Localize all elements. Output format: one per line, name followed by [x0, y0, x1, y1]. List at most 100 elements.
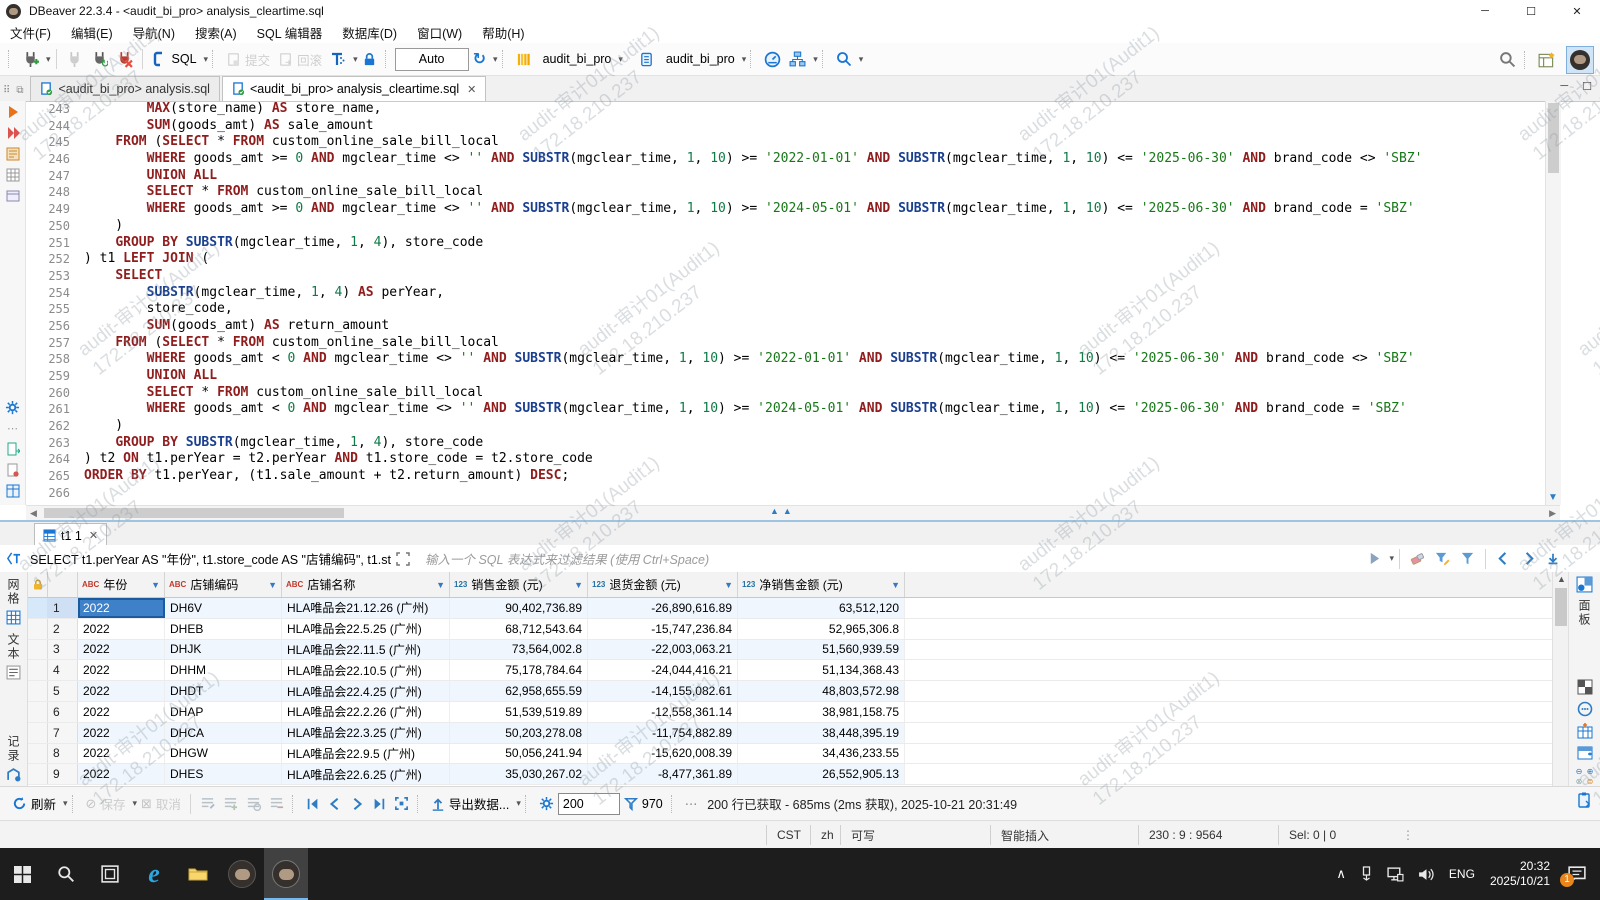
- references-panel-icon[interactable]: [1577, 745, 1593, 761]
- cell-r7-c3[interactable]: 50,203,278.08: [450, 722, 588, 743]
- clipboard-icon[interactable]: [1576, 792, 1592, 808]
- perspective-icon[interactable]: [1535, 49, 1559, 71]
- next-row-icon[interactable]: [347, 795, 367, 813]
- filter-placeholder[interactable]: 输入一个 SQL 表达式来过滤结果 (使用 Ctrl+Space): [425, 549, 1364, 568]
- reconnect-button[interactable]: ↻: [88, 49, 111, 70]
- sql-editor-button[interactable]: SQL: [149, 49, 200, 69]
- cell-r6-c2[interactable]: HLA唯品会22.2.26 (广州): [282, 701, 450, 722]
- column-filter-icon[interactable]: ▼: [268, 580, 277, 590]
- history-dropdown[interactable]: ▾: [493, 54, 498, 65]
- column-header-5[interactable]: 123 净销售金额 (元) ▼: [738, 572, 905, 597]
- cell-r5-c5[interactable]: 48,803,572.98: [738, 681, 905, 701]
- disconnect-button[interactable]: [113, 49, 136, 70]
- code-line-250[interactable]: 250 ): [26, 218, 1545, 235]
- row-number-cell[interactable]: 2: [48, 618, 78, 639]
- code-line-252[interactable]: 252) t1 LEFT JOIN (: [26, 251, 1545, 268]
- cell-r3-c2[interactable]: HLA唯品会22.11.5 (广州): [282, 639, 450, 660]
- dbeaver-taskbar-icon[interactable]: [220, 848, 264, 900]
- row-number-cell[interactable]: 5: [48, 681, 78, 701]
- nav-back-icon[interactable]: [1496, 551, 1511, 566]
- search-dropdown[interactable]: ▾: [859, 54, 864, 65]
- connect-button[interactable]: [63, 49, 86, 70]
- row-number-cell[interactable]: 8: [48, 743, 78, 764]
- filter-funnel-icon[interactable]: [1460, 551, 1475, 566]
- sash-collapse-icons[interactable]: ▲▲: [770, 506, 796, 516]
- column-filter-icon[interactable]: ▼: [574, 580, 583, 590]
- save-file-icon[interactable]: [6, 463, 20, 477]
- delete-row-icon[interactable]: [266, 794, 287, 813]
- er-diagram-icon[interactable]: [786, 49, 809, 70]
- editor-restore-icon[interactable]: ⧉: [16, 85, 23, 96]
- code-line-244[interactable]: 244 SUM(goods_amt) AS sale_amount: [26, 118, 1545, 135]
- text-presentation-icon[interactable]: [6, 665, 21, 680]
- column-header-1[interactable]: ABC 店铺编码 ▼: [165, 572, 282, 597]
- menu-item-2[interactable]: 导航(N): [123, 23, 185, 42]
- first-row-icon[interactable]: [303, 795, 323, 813]
- cell-r5-c2[interactable]: HLA唯品会22.4.25 (广州): [282, 681, 450, 701]
- maximize-button[interactable]: ☐: [1508, 0, 1554, 22]
- edit-row-icon[interactable]: [197, 794, 218, 813]
- results-vertical-scrollbar[interactable]: ▲: [1552, 572, 1569, 786]
- editor-tab-close-icon[interactable]: ✕: [467, 83, 476, 96]
- apply-filter-play-icon[interactable]: [1368, 552, 1381, 565]
- save-dropdown[interactable]: ▾: [132, 798, 137, 809]
- cell-r9-c2[interactable]: HLA唯品会22.6.25 (广州): [282, 764, 450, 785]
- cell-r3-c0[interactable]: 2022: [78, 639, 165, 660]
- cell-r8-c5[interactable]: 34,436,233.55: [738, 743, 905, 764]
- cell-r1-c5[interactable]: 63,512,120: [738, 598, 905, 618]
- metadata-panel-icon[interactable]: [1577, 723, 1593, 739]
- column-header-2[interactable]: ABC 店铺名称 ▼: [282, 572, 450, 597]
- grid-toggle-icon[interactable]: [6, 168, 20, 182]
- task-view-icon[interactable]: [88, 848, 132, 900]
- results-vscroll-up-icon[interactable]: ▲: [1557, 574, 1566, 584]
- cell-r2-c1[interactable]: DHEB: [165, 618, 282, 639]
- export-script-icon[interactable]: [6, 442, 20, 456]
- cell-r7-c2[interactable]: HLA唯品会22.3.25 (广州): [282, 722, 450, 743]
- column-filter-icon[interactable]: ▼: [724, 580, 733, 590]
- prev-row-icon[interactable]: [325, 795, 345, 813]
- cell-r9-c1[interactable]: DHES: [165, 764, 282, 785]
- editor-hscroll-left-icon[interactable]: ◀: [30, 508, 37, 519]
- menu-item-4[interactable]: SQL 编辑器: [247, 23, 333, 42]
- panels-toggle-icon[interactable]: [1576, 576, 1593, 593]
- code-line-246[interactable]: 246 WHERE goods_amt >= 0 AND mgclear_tim…: [26, 151, 1545, 168]
- connection-dropdown[interactable]: ▾: [618, 54, 623, 65]
- transaction-dropdown[interactable]: ▾: [353, 54, 358, 65]
- cell-r8-c3[interactable]: 50,056,241.94: [450, 743, 588, 764]
- editor-maximize-icon[interactable]: ☐: [1582, 80, 1592, 93]
- code-line-245[interactable]: 245 FROM (SELECT * FROM custom_online_sa…: [26, 134, 1545, 151]
- column-header-3[interactable]: 123 销售金额 (元) ▼: [450, 572, 588, 597]
- file-explorer-icon[interactable]: [176, 848, 220, 900]
- cell-r3-c4[interactable]: -22,003,063.21: [588, 639, 738, 660]
- rollback-button[interactable]: 回滚: [275, 48, 325, 71]
- cell-r8-c1[interactable]: DHGW: [165, 743, 282, 764]
- menu-item-3[interactable]: 搜索(A): [185, 23, 247, 42]
- column-filter-icon[interactable]: ▼: [151, 580, 160, 590]
- sql-editor-dropdown[interactable]: ▾: [204, 54, 209, 65]
- cell-r4-c3[interactable]: 75,178,784.64: [450, 660, 588, 681]
- filter-query-text[interactable]: SELECT t1.perYear AS "年份", t1.store_code…: [30, 549, 391, 568]
- code-line-247[interactable]: 247 UNION ALL: [26, 168, 1545, 185]
- cell-r1-c1[interactable]: DH6V: [165, 598, 282, 618]
- row-number-cell[interactable]: 3: [48, 639, 78, 660]
- tray-expand-icon[interactable]: ∧: [1336, 866, 1346, 882]
- dashboard-icon[interactable]: [761, 49, 784, 70]
- code-line-264[interactable]: 264) t2 ON t1.perYear = t2.perYear AND t…: [26, 451, 1545, 468]
- history-icon[interactable]: ↻: [470, 47, 489, 71]
- menu-item-7[interactable]: 帮助(H): [472, 23, 534, 42]
- grid-presentation-icon[interactable]: [6, 610, 21, 625]
- filter-history-dropdown[interactable]: ▾: [1389, 553, 1394, 564]
- column-header-0[interactable]: ABC 年份 ▼: [78, 572, 165, 597]
- row-number-cell[interactable]: 7: [48, 722, 78, 743]
- menu-item-0[interactable]: 文件(F): [0, 23, 61, 42]
- settings-gear-icon[interactable]: [5, 400, 20, 415]
- editor-tab-0[interactable]: <audit_bi_pro> analysis.sql: [30, 76, 220, 101]
- code-line-257[interactable]: 257 FROM (SELECT * FROM custom_online_sa…: [26, 335, 1545, 352]
- eraser-icon[interactable]: [1410, 551, 1425, 566]
- start-button[interactable]: [0, 848, 44, 900]
- sql-code-area[interactable]: 243 MAX(store_name) AS store_name, 244 SU…: [26, 101, 1545, 505]
- code-line-263[interactable]: 263 GROUP BY SUBSTR(mgclear_time, 1, 4),…: [26, 435, 1545, 452]
- commit-mode-combo[interactable]: Auto: [394, 47, 469, 71]
- cell-r4-c0[interactable]: 2022: [78, 660, 165, 681]
- cell-r3-c5[interactable]: 51,560,939.59: [738, 639, 905, 660]
